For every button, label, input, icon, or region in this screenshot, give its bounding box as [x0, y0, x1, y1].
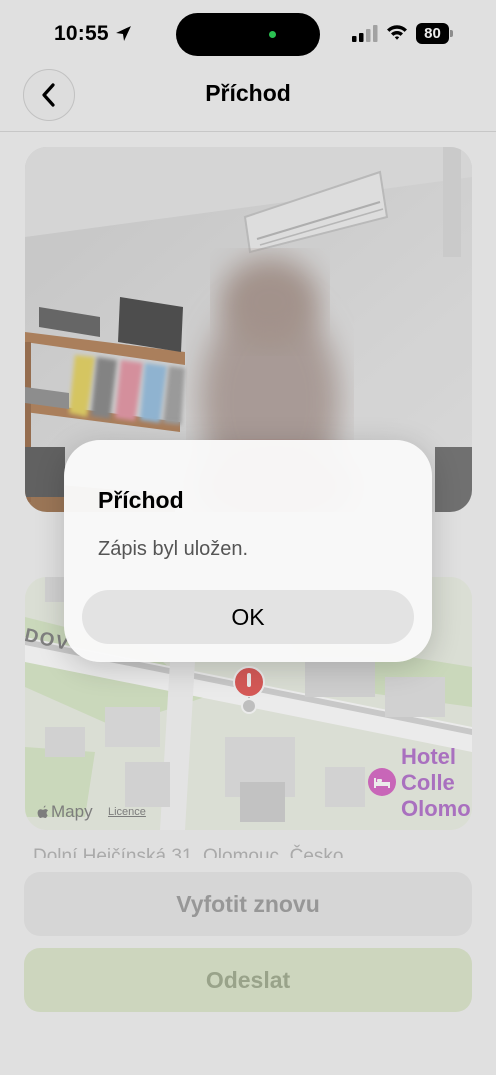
alert-ok-button[interactable]: OK [82, 590, 414, 644]
alert-dialog: Příchod Zápis byl uložen. OK [64, 440, 432, 662]
alert-message: Zápis byl uložen. [98, 538, 249, 560]
alert-title: Příchod [98, 487, 184, 513]
